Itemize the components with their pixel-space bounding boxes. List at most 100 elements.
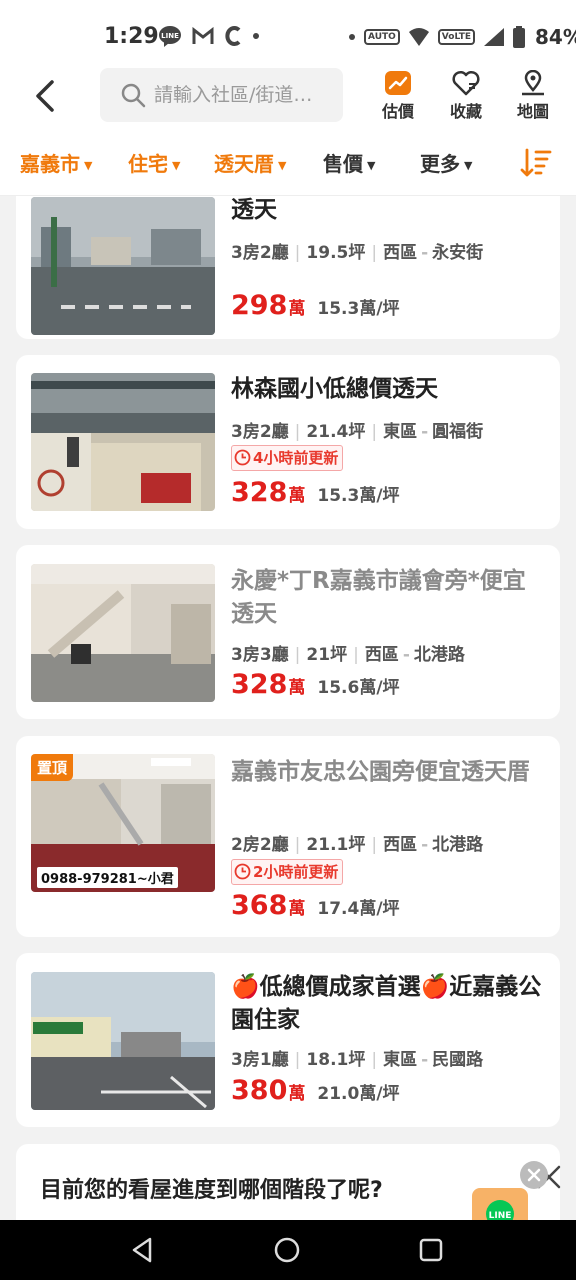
map-pin-icon: [522, 70, 544, 96]
caret-down-icon: ▼: [84, 159, 93, 172]
unit-price: 21.0萬/坪: [317, 1084, 400, 1104]
listing-rooms: 2房2廳: [231, 835, 289, 855]
filter-type[interactable]: 透天厝 ▼: [214, 148, 286, 177]
listing-street: 北港路: [432, 835, 484, 855]
unit-price: 17.4萬/坪: [317, 899, 400, 919]
listing-area: 19.5坪: [306, 243, 366, 263]
map-label: 地圖: [516, 102, 549, 121]
dot-icon: [349, 34, 355, 40]
listing-street: 北港路: [413, 645, 465, 665]
listing-rooms: 3房2廳: [231, 422, 289, 442]
listing-title: 永慶*丁R嘉義市議會旁*便宜透天: [231, 568, 526, 627]
price-unit: 萬: [288, 678, 306, 698]
listing-photo: [31, 972, 215, 1110]
listing-card[interactable]: 林森國小低總價透天 3房2廳 | 21.4坪 | 東區 - 圓福街 4小時前更新 328萬 1…: [16, 355, 560, 529]
listing-photo: [31, 197, 215, 335]
line-promo-icon[interactable]: LINE: [470, 1188, 540, 1220]
filter-price[interactable]: 售價 ▼: [323, 148, 375, 177]
system-nav-bar: [0, 1220, 576, 1280]
updated-text: 4小時前更新: [253, 449, 339, 467]
map-button[interactable]: 地圖: [505, 70, 561, 122]
unit-price: 15.3萬/坪: [317, 299, 400, 319]
listing-street: 民國路: [432, 1050, 484, 1070]
updated-text: 2小時前更新: [253, 863, 339, 881]
listing-district: 西區: [383, 835, 418, 855]
unit-price: 15.6萬/坪: [317, 678, 400, 698]
favorite-heart-icon: [452, 70, 480, 96]
status-bar: 1:29 LINE AUTO VoLTE 84%: [0, 0, 576, 70]
filter-type-label: 透天厝: [214, 152, 274, 176]
price-unit: 萬: [288, 299, 306, 319]
filter-bar: 嘉義市 ▼ 住宅 ▼ 透天厝 ▼ 售價 ▼ 更多 ▼: [0, 132, 576, 196]
updated-tag: 4小時前更新: [231, 445, 344, 471]
listing-area: 21坪: [306, 645, 348, 665]
listing-price: 298萬 15.3萬/坪: [231, 290, 400, 321]
wifi-icon: [408, 28, 429, 46]
listing-street: 永安街: [432, 243, 484, 263]
c-icon: [225, 26, 241, 46]
listing-card[interactable]: 🍎低總價成家首選🍎近嘉義公園住家 3房1廳 | 18.1坪 | 東區 - 民國路 380萬 2…: [16, 953, 560, 1127]
listing-district: 東區: [383, 1050, 418, 1070]
listing-price: 328萬 15.6萬/坪: [231, 669, 400, 700]
listing-photo: 置頂 0988-979281~小君: [31, 754, 215, 892]
volte-icon: VoLTE: [437, 29, 475, 45]
listing-rooms: 3房2廳: [231, 243, 289, 263]
price-unit: 萬: [288, 1084, 306, 1104]
favorites-label: 收藏: [449, 102, 482, 121]
survey-question: 目前您的看屋進度到哪個階段了呢?: [40, 1178, 383, 1203]
nav-home-icon[interactable]: [272, 1235, 302, 1265]
line-promo-label: LINE: [489, 1211, 512, 1220]
listing-title: 林森國小低總價透天: [231, 376, 438, 402]
price-value: 328: [231, 477, 288, 508]
favorites-button[interactable]: 收藏: [438, 70, 494, 122]
listing-photo: [31, 373, 215, 511]
valuation-icon: [385, 71, 411, 95]
listing-district: 西區: [364, 645, 399, 665]
listing-list: 透天 3房2廳 | 19.5坪 | 西區 - 永安街 298萬 15.3萬/坪 林森國小低總價…: [0, 196, 576, 1220]
listing-specs: 3房1廳 | 18.1坪 | 東區 - 民國路: [231, 1050, 484, 1070]
updated-tag: 2小時前更新: [231, 859, 344, 885]
listing-card[interactable]: 置頂 0988-979281~小君 嘉義市友忠公園旁便宜透天厝 2房2廳 | 21.…: [16, 736, 560, 937]
nav-back-icon[interactable]: [128, 1235, 158, 1265]
svg-text:LINE: LINE: [161, 32, 179, 40]
listing-title: 嘉義市友忠公園旁便宜透天厝: [231, 759, 530, 785]
search-bar[interactable]: [100, 68, 343, 122]
filter-city-label: 嘉義市: [20, 152, 80, 176]
battery-level: 84%: [535, 25, 576, 49]
price-unit: 萬: [288, 899, 306, 919]
price-value: 298: [231, 290, 288, 321]
search-icon: [121, 83, 146, 108]
filter-usage[interactable]: 住宅 ▼: [128, 148, 180, 177]
listing-card[interactable]: 永慶*丁R嘉義市議會旁*便宜透天 3房3廳 | 21坪 | 西區 - 北港路 328萬 15.…: [16, 545, 560, 719]
caret-down-icon: ▼: [278, 159, 287, 172]
filter-price-label: 售價: [323, 152, 363, 176]
signal-icon: [484, 28, 504, 46]
nav-recents-icon[interactable]: [416, 1235, 446, 1265]
pinned-badge: 置頂: [31, 754, 74, 781]
caret-down-icon: ▼: [172, 159, 181, 172]
unit-price: 15.3萬/坪: [317, 486, 400, 506]
line-icon: LINE: [159, 26, 181, 47]
listing-photo: [31, 564, 215, 702]
listing-specs: 2房2廳 | 21.1坪 | 西區 - 北港路: [231, 835, 484, 855]
listing-price: 368萬 17.4萬/坪: [231, 890, 400, 921]
auto-icon: AUTO: [364, 29, 400, 45]
price-unit: 萬: [288, 486, 306, 506]
listing-price: 380萬 21.0萬/坪: [231, 1075, 400, 1106]
listing-street: 圓福街: [432, 422, 484, 442]
filter-more[interactable]: 更多 ▼: [420, 148, 472, 177]
price-value: 368: [231, 890, 288, 921]
listing-title: 🍎低總價成家首選🍎近嘉義公園住家: [231, 974, 542, 1033]
battery-icon: [513, 26, 525, 48]
back-arrow-icon[interactable]: [28, 76, 64, 116]
sort-icon[interactable]: [520, 148, 552, 178]
listing-card[interactable]: 透天 3房2廳 | 19.5坪 | 西區 - 永安街 298萬 15.3萬/坪: [16, 196, 560, 339]
valuation-button[interactable]: 估價: [370, 70, 426, 122]
filter-city[interactable]: 嘉義市 ▼: [20, 148, 92, 177]
search-input[interactable]: [154, 68, 339, 122]
dismiss-circle-icon[interactable]: [520, 1161, 548, 1189]
top-bar: 估價 收藏 地圖: [0, 62, 576, 132]
listing-district: 東區: [383, 422, 418, 442]
gmail-icon: [192, 27, 214, 44]
listing-area: 18.1坪: [306, 1050, 366, 1070]
